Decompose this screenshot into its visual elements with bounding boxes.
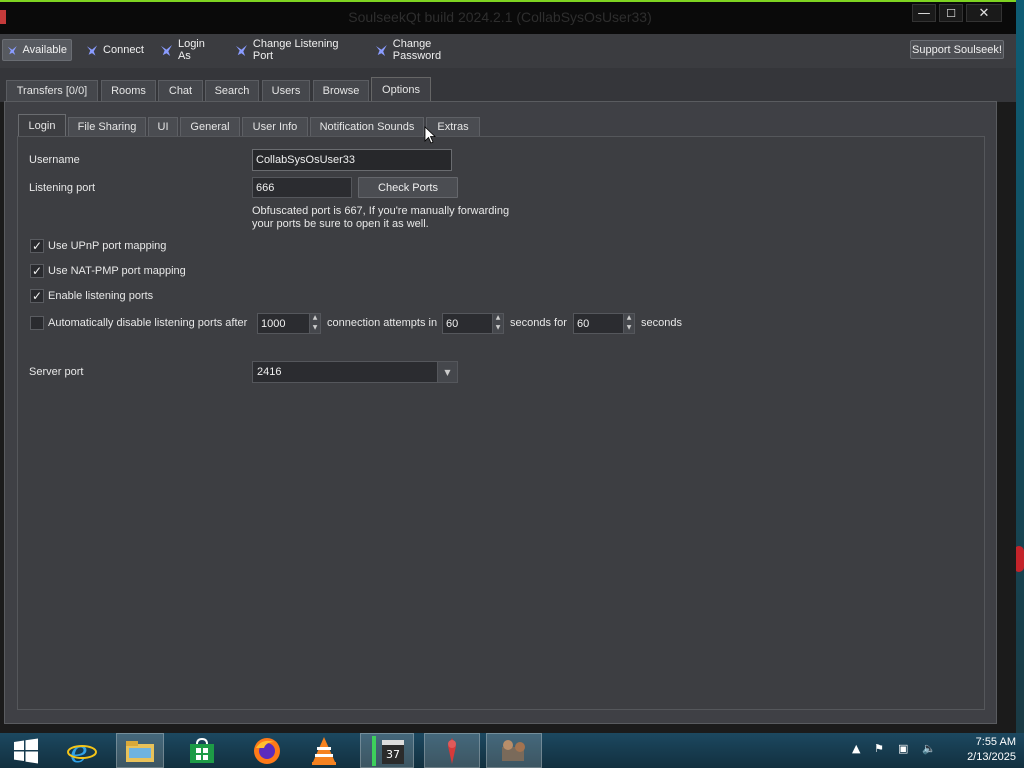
attempts-spinbox[interactable]: 1000 ▲ ▼ <box>257 313 321 334</box>
file-explorer-icon[interactable] <box>116 733 164 768</box>
windows-start-icon[interactable] <box>4 733 48 768</box>
toolbar-label: Connect <box>103 44 144 56</box>
desktop-background <box>1016 0 1024 733</box>
game-icon[interactable] <box>486 733 542 768</box>
tab-browse[interactable]: Browse <box>313 80 369 101</box>
subtab-general[interactable]: General <box>180 117 240 136</box>
toolbar-label: Change Password <box>392 38 442 62</box>
svg-text:37: 37 <box>386 748 400 761</box>
bird-icon <box>7 45 17 55</box>
action-center-flag-icon[interactable]: ⚑ <box>874 742 884 755</box>
mouse-cursor-icon <box>424 126 436 144</box>
maximize-button[interactable]: ☐ <box>939 4 963 22</box>
clock-time: 7:55 AM <box>975 736 1016 748</box>
media-player-icon[interactable]: 37 <box>360 733 414 768</box>
natpmp-checkbox[interactable]: ✓ <box>30 264 44 278</box>
auto-disable-checkbox[interactable] <box>30 316 44 330</box>
check-icon: ✓ <box>31 264 43 278</box>
login-settings-panel <box>17 136 985 710</box>
toolbar-label: Available <box>22 44 67 56</box>
subtab-login[interactable]: Login <box>18 114 66 137</box>
clock-date: 2/13/2025 <box>967 751 1016 763</box>
attempts-label: connection attempts in <box>327 317 438 329</box>
username-label: Username <box>29 154 80 166</box>
subtab-ui[interactable]: UI <box>148 117 178 136</box>
internet-explorer-icon[interactable]: e <box>60 733 104 768</box>
seconds-label: seconds <box>641 317 682 329</box>
store-icon[interactable] <box>180 733 224 768</box>
firefox-icon[interactable] <box>245 733 289 768</box>
check-icon: ✓ <box>31 289 43 303</box>
vlc-icon[interactable] <box>302 733 346 768</box>
tab-options[interactable]: Options <box>371 77 431 102</box>
soulseek-icon[interactable] <box>424 733 480 768</box>
spin-arrows[interactable]: ▲ ▼ <box>309 313 321 334</box>
network-icon[interactable]: ▣ <box>898 742 908 755</box>
username-input[interactable]: CollabSysOsUser33 <box>252 149 452 171</box>
upnp-label: Use UPnP port mapping <box>48 240 167 252</box>
tab-chat[interactable]: Chat <box>158 80 203 101</box>
spin-up-icon[interactable]: ▲ <box>493 314 503 324</box>
server-port-value[interactable]: 2416 <box>252 361 438 383</box>
toolbar-connect-button[interactable]: Connect <box>82 39 148 61</box>
toolbar-label: Change Listening Port <box>252 38 339 62</box>
auto-disable-label: Automatically disable listening ports af… <box>48 317 248 329</box>
title-accent-line <box>0 0 1016 2</box>
spin-down-icon[interactable]: ▼ <box>310 324 320 334</box>
seconds-for-label: seconds for <box>510 317 567 329</box>
toolbar-change-port-button[interactable]: Change Listening Port <box>231 38 365 62</box>
window-title: SoulseekQt build 2024.2.1 (CollabSysOsUs… <box>348 9 652 25</box>
soulseek-window: SoulseekQt build 2024.2.1 (CollabSysOsUs… <box>0 0 1016 733</box>
title-bar[interactable]: SoulseekQt build 2024.2.1 (CollabSysOsUs… <box>0 0 1016 34</box>
enable-ports-checkbox[interactable]: ✓ <box>30 289 44 303</box>
check-icon: ✓ <box>31 239 43 253</box>
toolbar-label: Login As <box>177 38 205 62</box>
toolbar-login-as-button[interactable]: Login As <box>156 38 224 62</box>
volume-muted-icon[interactable]: 🔈 <box>922 742 936 755</box>
tab-users[interactable]: Users <box>262 80 310 101</box>
spin-arrows[interactable]: ▲ ▼ <box>492 313 504 334</box>
bird-icon <box>375 44 387 56</box>
natpmp-label: Use NAT-PMP port mapping <box>48 265 186 277</box>
obfuscated-note-line1: Obfuscated port is 667, If you're manual… <box>252 205 510 217</box>
chevron-down-icon[interactable]: ▼ <box>438 361 458 383</box>
toolbar-available-button[interactable]: Available <box>2 39 72 61</box>
listening-port-label: Listening port <box>29 182 96 194</box>
bird-icon <box>160 44 173 56</box>
minimize-button[interactable]: — <box>912 4 936 22</box>
support-soulseek-button[interactable]: Support Soulseek! <box>910 40 1004 59</box>
svg-text:e: e <box>70 736 88 766</box>
subtab-notification-sounds[interactable]: Notification Sounds <box>310 117 424 136</box>
enable-ports-label: Enable listening ports <box>48 290 154 302</box>
bird-icon <box>235 44 247 56</box>
obfuscated-note-line2: your ports be sure to open it as well. <box>252 218 429 230</box>
spin-arrows[interactable]: ▲ ▼ <box>623 313 635 334</box>
attempts-value[interactable]: 1000 <box>257 313 309 334</box>
subtab-user-info[interactable]: User Info <box>242 117 308 136</box>
tab-rooms[interactable]: Rooms <box>101 80 156 101</box>
tab-transfers[interactable]: Transfers [0/0] <box>6 80 98 101</box>
server-port-label: Server port <box>29 366 84 378</box>
seconds1-spinbox[interactable]: 60 ▲ ▼ <box>442 313 504 334</box>
upnp-checkbox[interactable]: ✓ <box>30 239 44 253</box>
seconds1-value[interactable]: 60 <box>442 313 492 334</box>
spin-down-icon[interactable]: ▼ <box>624 324 634 334</box>
bird-icon <box>86 44 98 56</box>
subtab-file-sharing[interactable]: File Sharing <box>68 117 146 136</box>
spin-up-icon[interactable]: ▲ <box>624 314 634 324</box>
spin-up-icon[interactable]: ▲ <box>310 314 320 324</box>
system-clock[interactable]: 7:55 AM 2/13/2025 <box>946 735 1016 765</box>
listening-port-input[interactable]: 666 <box>252 177 352 198</box>
show-hidden-icons-icon[interactable]: ▲ <box>852 742 860 755</box>
spin-down-icon[interactable]: ▼ <box>493 324 503 334</box>
tab-search[interactable]: Search <box>205 80 259 101</box>
server-port-select[interactable]: 2416 ▼ <box>252 361 458 383</box>
close-button[interactable]: ✕ <box>966 4 1002 22</box>
check-ports-button[interactable]: Check Ports <box>358 177 458 198</box>
toolbar-change-password-button[interactable]: Change Password <box>371 38 485 62</box>
seconds2-value[interactable]: 60 <box>573 313 623 334</box>
seconds2-spinbox[interactable]: 60 ▲ ▼ <box>573 313 635 334</box>
toolbar <box>0 34 1016 68</box>
